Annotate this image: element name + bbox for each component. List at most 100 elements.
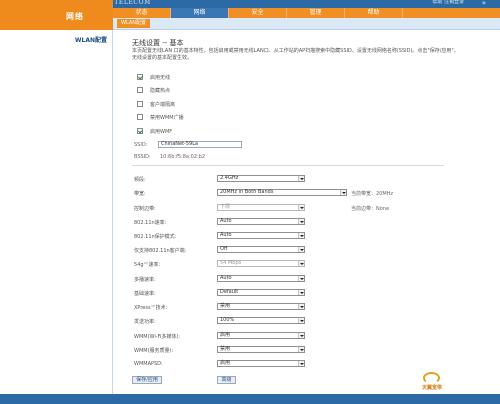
field-label: 基础速率: <box>134 291 156 297</box>
field-label: 带宽: <box>134 191 146 197</box>
field-select: 下限 <box>217 204 305 211</box>
sidebar: WLAN配置 <box>0 30 113 394</box>
field-select[interactable]: 禁用 <box>217 346 305 353</box>
field-select-value: 禁用 <box>220 346 231 352</box>
field-select[interactable]: 20MHz in Both Bands <box>217 189 347 196</box>
save-apply-button[interactable]: 保存/应用 <box>132 376 162 384</box>
checkbox-row-disable-wmm-advertise[interactable]: 禁用WMM广播 <box>137 113 184 121</box>
section-panel: 网络 <box>0 0 113 30</box>
field-select-value: 2.4GHz <box>220 175 239 181</box>
field-select-value: Auto <box>220 232 232 238</box>
advanced-button[interactable]: 高级 <box>217 376 236 384</box>
field-select: 54 Mbps <box>217 260 305 267</box>
field-select-value: 启用 <box>220 332 231 338</box>
dropdown-arrow-icon <box>298 361 304 366</box>
field-note: 当前带宽：20MHz <box>351 191 394 197</box>
field-select-value: 20MHz in Both Bands <box>220 189 274 195</box>
field-select-value: 禁用 <box>220 303 231 309</box>
dropdown-arrow-icon <box>298 233 304 238</box>
dropdown-arrow-icon <box>340 190 346 195</box>
dropdown-arrow-icon <box>298 205 304 210</box>
double-chevron-right-icon[interactable]: » <box>482 0 486 7</box>
enable-wireless-checkbox[interactable] <box>137 74 143 80</box>
field-label: 802.11n速率: <box>134 220 167 226</box>
field-select[interactable]: Auto <box>217 218 305 225</box>
field-select-value: Auto <box>220 218 232 224</box>
field-select[interactable]: Default <box>217 289 305 296</box>
tab-network[interactable]: 网络 <box>171 8 229 18</box>
field-select-value: Auto <box>220 275 232 281</box>
checkbox-label: 客户端隔离 <box>150 101 176 108</box>
checkbox-row-enable-wireless[interactable]: 启用无线 <box>137 73 170 81</box>
checkbox-row-hide-ap[interactable]: 隐藏热点 <box>137 86 170 94</box>
field-select-value: Off <box>220 246 228 252</box>
footer-logo-text: 天翼宽带 <box>421 385 442 391</box>
bssid-value: 10:6b:f5:8a:02:b2 <box>160 154 206 160</box>
broadband-logo-icon <box>423 372 440 384</box>
field-label: WMM(服务质量): <box>134 348 174 354</box>
field-label: 频段: <box>134 177 146 183</box>
field-label: WMM(Wi-Fi多媒体): <box>134 334 181 340</box>
field-label: 多播速率: <box>134 277 156 283</box>
divider <box>132 165 444 166</box>
checkbox-row-enable-wmf[interactable]: 启用WMF <box>137 127 172 135</box>
dropdown-arrow-icon <box>298 247 304 252</box>
footer-logo: 天翼宽带 <box>415 372 449 392</box>
main-content: 无线设置 -- 基本 本页配置无线LAN 口的基本特性，包括启用或禁用无线LAN… <box>113 30 500 394</box>
field-select-value: 54 Mbps <box>220 260 242 266</box>
field-label: WMMAPSD: <box>134 361 163 367</box>
field-select[interactable]: 2.4GHz <box>217 175 305 182</box>
field-select-value: 下限 <box>220 204 231 210</box>
page-description: 本页配置无线LAN 口的基本特性，包括启用或禁用无线LAN口、从工作站的AP扫描… <box>132 48 459 61</box>
tab-help[interactable]: 帮助 <box>345 8 403 18</box>
dropdown-arrow-icon <box>298 219 304 224</box>
disable-wmm-advertise-checkbox[interactable] <box>137 114 143 120</box>
field-label: 802.11n保护模式: <box>134 234 177 240</box>
checkbox-label: 启用WMF <box>150 128 173 135</box>
tab-status[interactable]: 状态 <box>113 8 171 18</box>
bssid-label: BSSID: <box>134 154 151 160</box>
field-select-value: 启用 <box>220 360 231 366</box>
bottom-bar <box>0 394 500 404</box>
main-nav: 状态 网络 安全 管理 帮助 <box>113 8 500 18</box>
dropdown-arrow-icon <box>298 276 304 281</box>
checkbox-label: 启用无线 <box>150 74 171 81</box>
checkbox-row-client-isolation[interactable]: 客户端隔离 <box>137 100 175 108</box>
checkbox-label: 隐藏热点 <box>150 87 171 94</box>
top-right-links[interactable]: 帮助 注销登录 <box>432 0 464 5</box>
field-note: 当前边带：None <box>351 206 390 212</box>
client-isolation-checkbox[interactable] <box>137 101 143 107</box>
subtab-wlan-config[interactable]: WLAN配置 <box>117 19 151 28</box>
dropdown-arrow-icon <box>298 333 304 338</box>
field-select-value: Default <box>220 289 239 295</box>
section-title: 网络 <box>66 12 84 21</box>
field-select[interactable]: Off <box>217 246 305 253</box>
page-title: 无线设置 -- 基本 <box>132 39 184 47</box>
ssid-label: SSID: <box>134 142 148 148</box>
checkbox-label: 禁用WMM广播 <box>150 114 184 121</box>
field-select[interactable]: 100% <box>217 317 305 324</box>
field-select[interactable]: Auto <box>217 275 305 282</box>
enable-wmf-checkbox[interactable] <box>137 128 143 134</box>
dropdown-arrow-icon <box>298 290 304 295</box>
tab-management[interactable]: 管理 <box>287 8 345 18</box>
field-select-value: 100% <box>220 317 235 323</box>
dropdown-arrow-icon <box>298 261 304 266</box>
dropdown-arrow-icon <box>298 176 304 181</box>
tab-security[interactable]: 安全 <box>229 8 287 18</box>
field-label: 仅支持802.11n客户端: <box>134 248 187 254</box>
field-label: 发送功率: <box>134 319 156 325</box>
dropdown-arrow-icon <box>298 304 304 309</box>
dropdown-arrow-icon <box>298 318 304 323</box>
field-select[interactable]: Auto <box>217 232 305 239</box>
field-label: 控制边带: <box>134 206 156 212</box>
field-label: 54g™速率: <box>134 262 161 268</box>
sub-nav: WLAN配置 <box>113 18 500 30</box>
field-select[interactable]: 启用 <box>217 332 305 339</box>
field-select[interactable]: 禁用 <box>217 303 305 310</box>
ssid-input[interactable]: ChinaNet-59La <box>158 141 242 148</box>
sidebar-item-wlan-config[interactable]: WLAN配置 <box>0 36 112 45</box>
field-select[interactable]: 启用 <box>217 360 305 367</box>
field-label: XPress™技术: <box>134 305 168 311</box>
hide-ap-checkbox[interactable] <box>137 87 143 93</box>
